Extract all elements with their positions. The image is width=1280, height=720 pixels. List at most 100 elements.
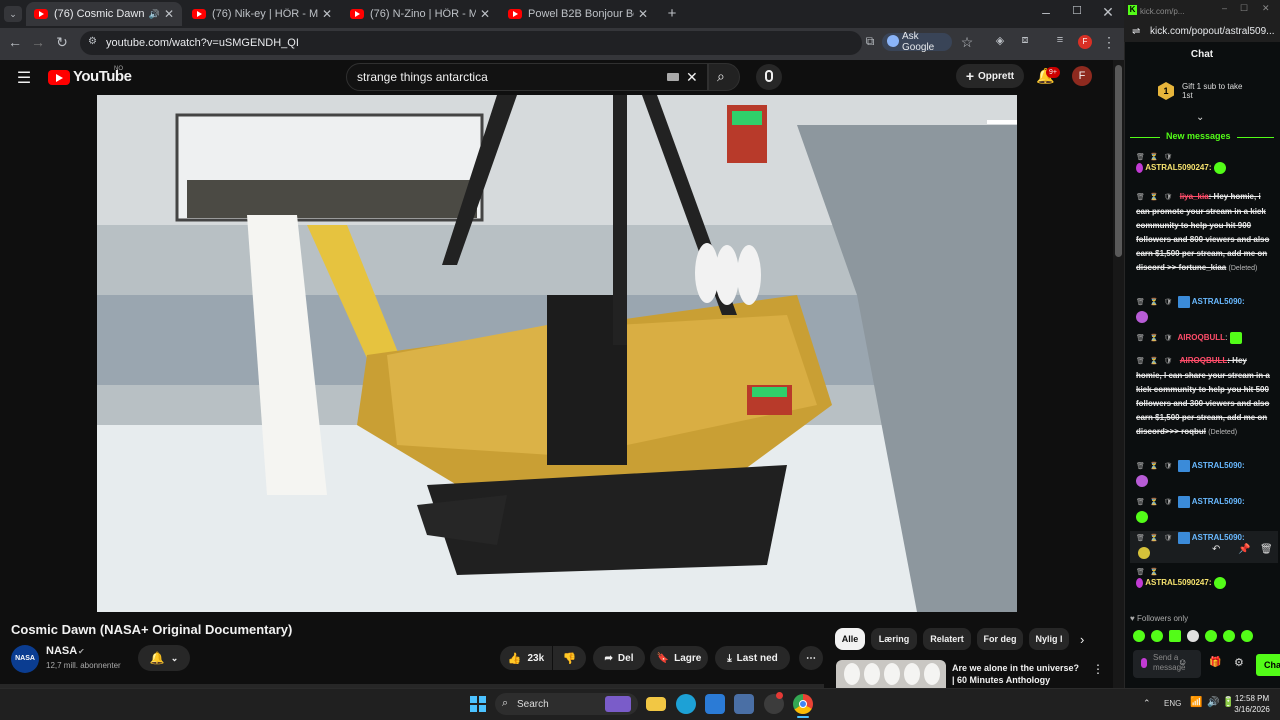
profile-avatar[interactable]: F xyxy=(1078,35,1092,49)
emote-quick-bar[interactable] xyxy=(1133,630,1273,642)
site-info-icon[interactable]: ⚙ xyxy=(88,36,97,47)
file-explorer-icon[interactable] xyxy=(646,697,666,711)
kick-minimize-button[interactable]: – xyxy=(1222,3,1227,13)
emote-icon[interactable] xyxy=(1241,630,1253,642)
chip-all[interactable]: Alle xyxy=(835,628,865,650)
youtube-logo-icon[interactable] xyxy=(48,70,70,85)
taskbar-clock[interactable]: 12:58 PM 3/16/2026 xyxy=(1234,693,1270,715)
clear-search-icon[interactable]: ✕ xyxy=(686,69,698,86)
recommendation-menu-icon[interactable]: ⋮ xyxy=(1092,662,1104,676)
tab-3[interactable]: (76) N-Zino | HÖR - March 16 / ✕ xyxy=(342,2,498,26)
start-button[interactable] xyxy=(468,694,488,714)
kick-url-bar[interactable]: ⇌ kick.com/popout/astral509... xyxy=(1124,22,1280,42)
message-username[interactable]: ASTRAL5090: xyxy=(1192,297,1245,306)
video-player[interactable] xyxy=(97,95,1017,612)
mod-action-icons[interactable]: 🗑⏳🛡 xyxy=(1136,194,1178,201)
message-username[interactable]: ASTRAL5090247: xyxy=(1145,163,1211,172)
emote-icon[interactable] xyxy=(1223,630,1235,642)
message-username[interactable]: ASTRAL5090: xyxy=(1192,533,1245,542)
chat-message[interactable]: 🗑⏳🛡AIROQBULL: xyxy=(1136,331,1270,346)
forward-icon[interactable]: → xyxy=(28,34,48,50)
more-actions-button[interactable]: ⋯ xyxy=(799,646,823,670)
battery-icon[interactable]: 🔋 xyxy=(1222,697,1234,708)
menu-icon[interactable]: ⋮ xyxy=(1099,34,1119,51)
address-bar[interactable]: ⚙ youtube.com/watch?v=uSMGENDH_QI xyxy=(80,31,862,55)
message-username[interactable]: AIROQBULL xyxy=(1180,356,1228,365)
speaker-icon[interactable]: 🔊 xyxy=(149,9,160,20)
recommendation-thumbnail[interactable] xyxy=(836,660,946,688)
mod-action-icons[interactable]: 🗑⏳🛡 xyxy=(1136,153,1270,161)
back-icon[interactable]: ← xyxy=(5,34,25,50)
chat-message[interactable]: 🗑⏳🛡 ASTRAL5090: xyxy=(1136,495,1270,524)
chip-learning[interactable]: Læring xyxy=(871,628,917,650)
channel-avatar[interactable]: NASA xyxy=(11,645,39,673)
voice-search-button[interactable] xyxy=(756,64,782,90)
tab-4[interactable]: Powel B2B Bonjour Ben | HÖR ✕ xyxy=(500,2,656,26)
chip-for-you[interactable]: For deg xyxy=(977,628,1023,650)
close-tab-icon[interactable]: ✕ xyxy=(164,7,174,21)
emote-icon[interactable] xyxy=(1187,630,1199,642)
tab-search-button[interactable]: ⌄ xyxy=(4,6,22,22)
message-username[interactable]: ASTRAL5090: xyxy=(1192,497,1245,506)
like-button[interactable]: 👍 23k xyxy=(500,646,552,670)
chip-recent[interactable]: Nylig l xyxy=(1029,628,1069,650)
chips-next-icon[interactable]: › xyxy=(1080,632,1084,647)
chat-message[interactable]: 🗑⏳🛡 ASTRAL5090: xyxy=(1136,295,1270,324)
chip-related[interactable]: Relatert xyxy=(923,628,971,650)
account-avatar[interactable]: F xyxy=(1072,66,1092,86)
chat-input[interactable]: Send a message xyxy=(1133,650,1201,678)
emote-icon[interactable] xyxy=(1169,630,1181,642)
install-app-icon[interactable]: ⧉ xyxy=(860,34,880,49)
chat-message-deleted[interactable]: 🗑⏳🛡 liya_kia: Hey homie, i can promote y… xyxy=(1136,190,1270,276)
emoji-picker-icon[interactable]: ☺ xyxy=(1178,657,1187,667)
save-button[interactable]: 🔖 Lagre xyxy=(650,646,708,670)
close-tab-icon[interactable]: ✕ xyxy=(322,7,332,21)
create-button[interactable]: + Opprett xyxy=(956,64,1024,88)
dislike-button[interactable]: 👎 xyxy=(553,646,586,670)
gift-leaderboard-text[interactable]: Gift 1 sub to take 1st xyxy=(1182,82,1252,100)
minimize-button[interactable]: – xyxy=(1036,4,1056,20)
kick-close-button[interactable]: ✕ xyxy=(1262,3,1270,14)
pinned-toggle-icon[interactable]: ⌄ xyxy=(1196,112,1204,123)
chat-send-button[interactable]: Chat xyxy=(1256,654,1280,676)
new-tab-button[interactable]: + xyxy=(662,5,682,22)
mod-action-icons[interactable]: 🗑⏳🛡 xyxy=(1136,463,1178,470)
puzzle-icon[interactable]: ⧈ xyxy=(1015,34,1035,47)
scrollbar-thumb[interactable] xyxy=(1115,65,1122,257)
message-username[interactable]: ASTRAL5090247: xyxy=(1145,578,1211,587)
kick-site-info-icon[interactable]: ⇌ xyxy=(1132,26,1140,37)
tab-2[interactable]: (76) Nik-ey | HÖR - March 16 / ✕ xyxy=(184,2,340,26)
edge-icon[interactable] xyxy=(676,694,696,714)
wifi-icon[interactable]: 📶 xyxy=(1190,697,1202,708)
subscription-bell-button[interactable]: 🔔 ⌄ xyxy=(138,645,190,671)
share-button[interactable]: ➦ Del xyxy=(593,646,645,670)
delete-icon[interactable]: 🗑 xyxy=(1260,544,1273,555)
mod-action-icons[interactable]: 🗑⏳🛡 xyxy=(1136,499,1178,506)
message-username[interactable]: liya_kia xyxy=(1180,192,1209,201)
pin-icon[interactable]: 📌 xyxy=(1238,544,1250,555)
close-window-button[interactable]: ✕ xyxy=(1098,4,1118,21)
message-username[interactable]: AIROQBULL xyxy=(1178,333,1226,342)
emote-icon[interactable] xyxy=(1205,630,1217,642)
extensions-icon[interactable]: ◈ xyxy=(990,34,1010,47)
tab-1[interactable]: (76) Cosmic Dawn (NASA+ 🔊 ✕ xyxy=(26,2,182,26)
emote-icon[interactable] xyxy=(1151,630,1163,642)
reload-icon[interactable]: ↻ xyxy=(52,34,72,51)
recommendation-title[interactable]: Are we alone in the universe? | 60 Minut… xyxy=(952,662,1084,686)
mod-action-icons[interactable]: 🗑⏳ xyxy=(1136,568,1270,576)
tray-overflow-icon[interactable]: ⌃ xyxy=(1143,698,1151,709)
close-tab-icon[interactable]: ✕ xyxy=(480,7,490,21)
chrome-icon[interactable] xyxy=(793,694,813,714)
download-button[interactable]: ⤓ Last ned xyxy=(715,646,790,670)
emote-icon[interactable] xyxy=(1133,630,1145,642)
mod-action-icons[interactable]: 🗑⏳🛡 xyxy=(1136,535,1178,542)
search-button[interactable]: ⌕ xyxy=(708,63,740,91)
volume-icon[interactable]: 🔊 xyxy=(1207,697,1219,708)
hamburger-menu-icon[interactable]: ☰ xyxy=(14,68,34,88)
channel-name[interactable]: NASA xyxy=(46,645,77,657)
ask-google-button[interactable]: Ask Google xyxy=(882,31,952,53)
language-indicator[interactable]: ENG xyxy=(1164,699,1181,708)
chat-message-hovered[interactable]: 🗑⏳🛡 ASTRAL5090: ↶ 📌 🗑 xyxy=(1130,531,1278,563)
mod-action-icons[interactable]: 🗑⏳🛡 xyxy=(1136,335,1178,342)
gift-icon[interactable]: 🎁 xyxy=(1209,657,1221,668)
